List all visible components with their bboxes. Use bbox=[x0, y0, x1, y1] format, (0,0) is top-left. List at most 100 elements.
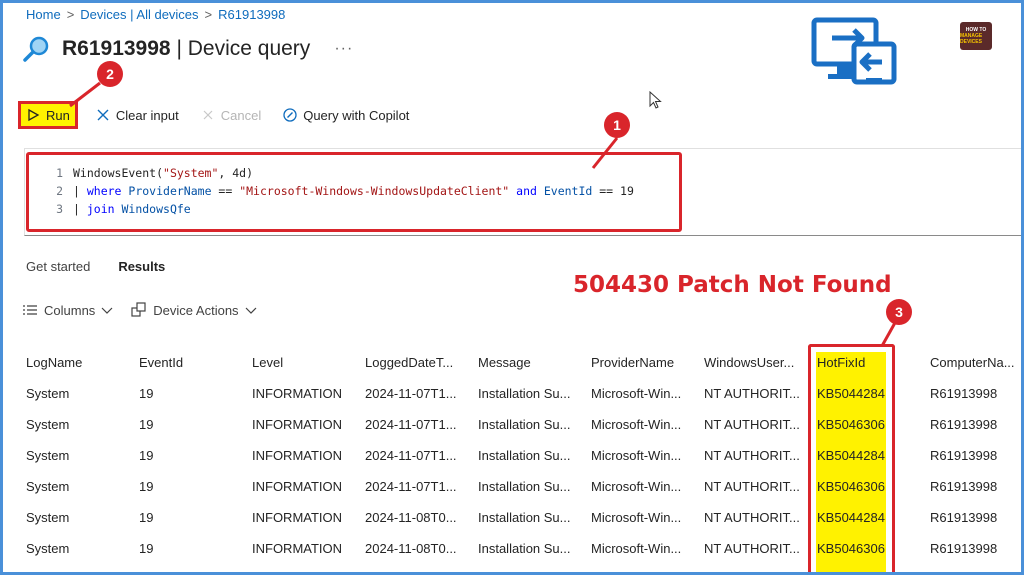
column-header[interactable]: EventId bbox=[139, 355, 252, 370]
table-cell: Installation Su... bbox=[478, 448, 571, 463]
device-name: R61913998 bbox=[62, 37, 171, 60]
table-cell: NT AUTHORIT... bbox=[704, 510, 800, 525]
clear-input-button[interactable]: Clear input bbox=[92, 101, 183, 129]
remote-device-logo-icon bbox=[811, 17, 897, 85]
query-toolbar: Run Clear input Cancel Query with Copilo… bbox=[18, 101, 413, 129]
table-cell: INFORMATION bbox=[252, 510, 343, 525]
breadcrumb-separator: > bbox=[66, 7, 75, 22]
chevron-down-icon bbox=[101, 307, 113, 314]
table-cell: 19 bbox=[139, 510, 154, 525]
table-cell: Microsoft-Win... bbox=[591, 417, 682, 432]
query-editor[interactable]: 1 WindowsEvent("System", 4d) 2 | where P… bbox=[26, 152, 682, 232]
column-header[interactable]: ComputerNa... bbox=[930, 355, 1020, 370]
table-cell: 2024-11-08T0... bbox=[365, 541, 457, 556]
annotation-note: 504430 Patch Not Found bbox=[573, 272, 892, 298]
breadcrumb-separator: > bbox=[204, 7, 213, 22]
line-number: 2 bbox=[56, 184, 63, 198]
table-cell: System bbox=[26, 448, 70, 463]
columns-button[interactable]: Columns bbox=[22, 303, 113, 318]
column-header[interactable]: LogName bbox=[26, 355, 139, 370]
table-cell: Installation Su... bbox=[478, 479, 571, 494]
code-token: == 19 bbox=[592, 184, 634, 198]
result-tabs: Get started Results bbox=[26, 259, 165, 274]
run-button[interactable]: Run bbox=[18, 101, 78, 129]
annotation-badge-3: 3 bbox=[886, 299, 912, 325]
table-cell: System bbox=[26, 541, 70, 556]
table-cell: R61913998 bbox=[930, 386, 998, 401]
code-line: 1 WindowsEvent("System", 4d) bbox=[29, 164, 679, 182]
more-options-button[interactable]: ··· bbox=[334, 40, 353, 58]
query-with-copilot-button[interactable]: Query with Copilot bbox=[279, 101, 413, 129]
code-token: , 4d) bbox=[218, 166, 254, 180]
code-token: EventId bbox=[543, 184, 593, 198]
table-cell: Installation Su... bbox=[478, 386, 571, 401]
table-cell: INFORMATION bbox=[252, 417, 343, 432]
clear-input-label: Clear input bbox=[115, 107, 179, 123]
table-cell: 2024-11-07T1... bbox=[365, 448, 457, 463]
breadcrumb-device[interactable]: R61913998 bbox=[218, 7, 285, 22]
code-token: WindowsEvent( bbox=[73, 166, 164, 180]
table-cell: System bbox=[26, 510, 70, 525]
device-actions-icon bbox=[131, 302, 146, 317]
list-icon bbox=[23, 305, 37, 315]
cancel-button[interactable]: Cancel bbox=[197, 101, 265, 129]
table-cell: 19 bbox=[139, 386, 154, 401]
table-cell: R61913998 bbox=[930, 541, 998, 556]
chevron-down-icon bbox=[245, 307, 256, 314]
line-number: 3 bbox=[56, 202, 63, 216]
table-cell: NT AUTHORIT... bbox=[704, 386, 800, 401]
table-cell: 2024-11-07T1... bbox=[365, 479, 457, 494]
table-cell: System bbox=[26, 479, 70, 494]
device-actions-button[interactable]: Device Actions bbox=[131, 302, 256, 318]
code-token: "System" bbox=[163, 166, 219, 180]
close-icon bbox=[203, 110, 213, 120]
table-cell: 19 bbox=[139, 417, 154, 432]
breadcrumb-all-devices[interactable]: Devices | All devices bbox=[80, 7, 198, 22]
column-header[interactable]: LoggedDateT... bbox=[365, 355, 478, 370]
table-cell: Installation Su... bbox=[478, 541, 571, 556]
code-token: join bbox=[86, 202, 122, 216]
code-token: WindowsQfe bbox=[121, 202, 191, 216]
table-cell: INFORMATION bbox=[252, 541, 343, 556]
annotation-badge-2: 2 bbox=[97, 61, 123, 87]
page-header: R61913998 | Device query ··· bbox=[22, 34, 353, 64]
code-token: and bbox=[509, 184, 544, 198]
code-line: 2 | where ProviderName == "Microsoft-Win… bbox=[29, 182, 679, 200]
table-cell: NT AUTHORIT... bbox=[704, 541, 800, 556]
table-cell: 2024-11-07T1... bbox=[365, 386, 457, 401]
column-header[interactable]: Level bbox=[252, 355, 365, 370]
table-cell: 19 bbox=[139, 479, 154, 494]
column-header[interactable]: WindowsUser... bbox=[704, 355, 817, 370]
table-cell: 19 bbox=[139, 448, 154, 463]
table-cell: Microsoft-Win... bbox=[591, 386, 682, 401]
run-button-label: Run bbox=[46, 107, 70, 123]
code-line: 3 | join WindowsQfe bbox=[29, 200, 679, 218]
breadcrumb-home[interactable]: Home bbox=[26, 7, 61, 22]
table-cell: R61913998 bbox=[930, 479, 998, 494]
code-token: ProviderName bbox=[128, 184, 212, 198]
table-cell: Installation Su... bbox=[478, 417, 571, 432]
hotfix-column-annotation-box bbox=[808, 344, 895, 575]
table-cell: 2024-11-07T1... bbox=[365, 417, 457, 432]
code-token: | bbox=[73, 202, 87, 216]
table-cell: INFORMATION bbox=[252, 479, 343, 494]
brand-logo-line2: MANAGE DEVICES bbox=[960, 33, 983, 45]
table-cell: System bbox=[26, 386, 70, 401]
line-number: 1 bbox=[56, 166, 63, 180]
table-cell: Microsoft-Win... bbox=[591, 541, 682, 556]
tab-get-started[interactable]: Get started bbox=[26, 259, 90, 274]
tab-results[interactable]: Results bbox=[118, 259, 165, 274]
table-cell: Installation Su... bbox=[478, 510, 571, 525]
table-cell: System bbox=[26, 417, 70, 432]
table-cell: INFORMATION bbox=[252, 448, 343, 463]
code-token: where bbox=[86, 184, 129, 198]
column-header[interactable]: ProviderName bbox=[591, 355, 704, 370]
results-toolbar: Columns Device Actions bbox=[22, 302, 257, 318]
page-subtitle: | Device query bbox=[176, 37, 311, 60]
code-token: == bbox=[211, 184, 240, 198]
table-cell: Microsoft-Win... bbox=[591, 448, 682, 463]
table-cell: Microsoft-Win... bbox=[591, 479, 682, 494]
table-cell: NT AUTHORIT... bbox=[704, 479, 800, 494]
column-header[interactable]: Message bbox=[478, 355, 591, 370]
table-cell: NT AUTHORIT... bbox=[704, 448, 800, 463]
